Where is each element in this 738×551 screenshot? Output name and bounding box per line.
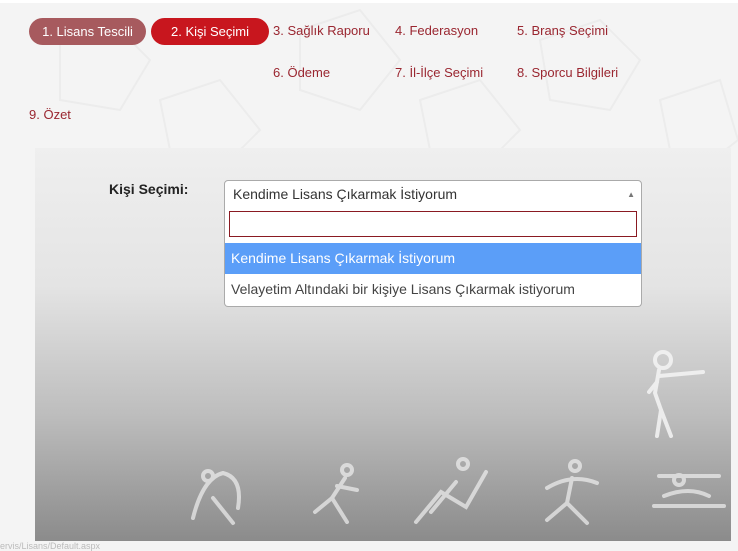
step-9-ozet[interactable]: 9. Özet	[29, 101, 71, 128]
fencing-icon	[414, 457, 488, 524]
dropdown-search-input[interactable]	[229, 211, 637, 237]
step-5-brans-secimi[interactable]: 5. Branş Seçimi	[517, 17, 608, 44]
kisi-secimi-select[interactable]: Kendime Lisans Çıkarmak İstiyorum ▲	[224, 180, 642, 207]
option-kendime[interactable]: Kendime Lisans Çıkarmak İstiyorum	[225, 243, 641, 274]
runner-icon	[313, 463, 359, 524]
gymnast-icon	[545, 459, 599, 525]
rowing-icon	[652, 473, 726, 508]
shooter-icon	[647, 350, 705, 438]
selected-value: Kendime Lisans Çıkarmak İstiyorum	[233, 186, 458, 202]
step-7-il-ilce-secimi[interactable]: 7. İl-İlçe Seçimi	[395, 59, 483, 86]
step-4-federasyon[interactable]: 4. Federasyon	[395, 17, 478, 44]
option-velayetim[interactable]: Velayetim Altındaki bir kişiye Lisans Çı…	[225, 274, 641, 305]
kisi-secimi-label: Kişi Seçimi:	[109, 181, 189, 197]
select-dropdown: Kendime Lisans Çıkarmak İstiyorum Velaye…	[224, 206, 642, 307]
caret-up-icon[interactable]: ▲	[627, 181, 635, 208]
form-panel: Kişi Seçimi: Kendime Lisans Çıkarmak İst…	[35, 148, 731, 541]
wrestling-icon	[191, 469, 241, 525]
step-6-odeme[interactable]: 6. Ödeme	[273, 59, 330, 86]
top-border	[0, 0, 738, 3]
step-2-kisi-secimi-active[interactable]: 2. Kişi Seçimi	[151, 18, 269, 45]
step-3-saglik-raporu[interactable]: 3. Sağlık Raporu	[273, 17, 370, 44]
step-1-lisans-tescili[interactable]: 1. Lisans Tescili	[29, 18, 146, 45]
step-8-sporcu-bilgileri[interactable]: 8. Sporcu Bilgileri	[517, 59, 618, 86]
